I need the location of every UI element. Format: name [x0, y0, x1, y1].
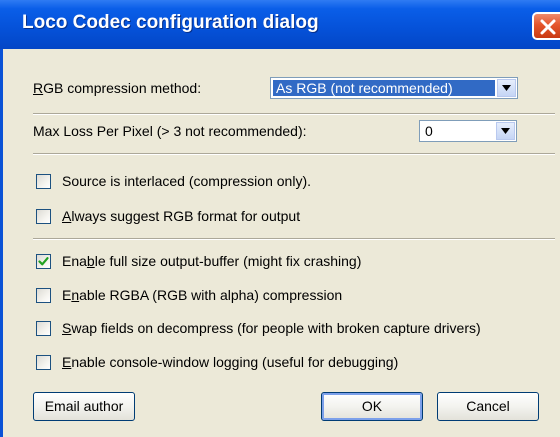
config-dialog: Loco Codec configuration dialog RGB comp…: [0, 0, 560, 437]
dialog-body: RGB compression method: As RGB (not reco…: [0, 49, 560, 437]
ok-button[interactable]: OK: [321, 392, 423, 421]
checkbox-box[interactable]: [36, 174, 51, 189]
checkbox-box[interactable]: [36, 209, 51, 224]
separator: [33, 153, 555, 155]
chevron-down-icon: [502, 85, 511, 91]
checkbox-box[interactable]: [36, 321, 51, 336]
max-loss-select[interactable]: 0: [419, 120, 517, 142]
cancel-button[interactable]: Cancel: [437, 392, 539, 421]
full-buffer-label: Enable full size output-buffer (might fi…: [62, 253, 362, 269]
rgba-label: Enable RGBA (RGB with alpha) compression: [62, 287, 343, 303]
max-loss-dropdown-button[interactable]: [496, 122, 515, 140]
checkbox-box[interactable]: [36, 254, 51, 269]
title-bar[interactable]: Loco Codec configuration dialog: [0, 0, 560, 50]
swap-fields-label: Swap fields on decompress (for people wi…: [62, 320, 481, 336]
separator: [33, 238, 555, 240]
rgb-method-label: RGB compression method:: [33, 80, 202, 96]
checkbox-box[interactable]: [36, 355, 51, 370]
rgb-method-dropdown-button[interactable]: [497, 79, 516, 97]
separator: [33, 113, 555, 115]
checkmark-icon: [38, 257, 49, 266]
chevron-down-icon: [501, 128, 510, 134]
max-loss-value: 0: [425, 123, 433, 139]
email-author-button[interactable]: Email author: [33, 392, 135, 421]
close-icon: [540, 19, 556, 35]
suggest-rgb-label: Always suggest RGB format for output: [62, 208, 301, 224]
max-loss-label: Max Loss Per Pixel (> 3 not recommended)…: [33, 123, 307, 139]
console-log-label: Enable console-window logging (useful fo…: [62, 354, 399, 370]
close-button[interactable]: [532, 12, 560, 40]
window-title: Loco Codec configuration dialog: [22, 12, 319, 33]
rgb-method-value: As RGB (not recommended): [273, 80, 495, 96]
interlaced-label: Source is interlaced (compression only).: [62, 173, 311, 189]
checkbox-box[interactable]: [36, 288, 51, 303]
rgb-method-select[interactable]: As RGB (not recommended): [270, 77, 518, 99]
